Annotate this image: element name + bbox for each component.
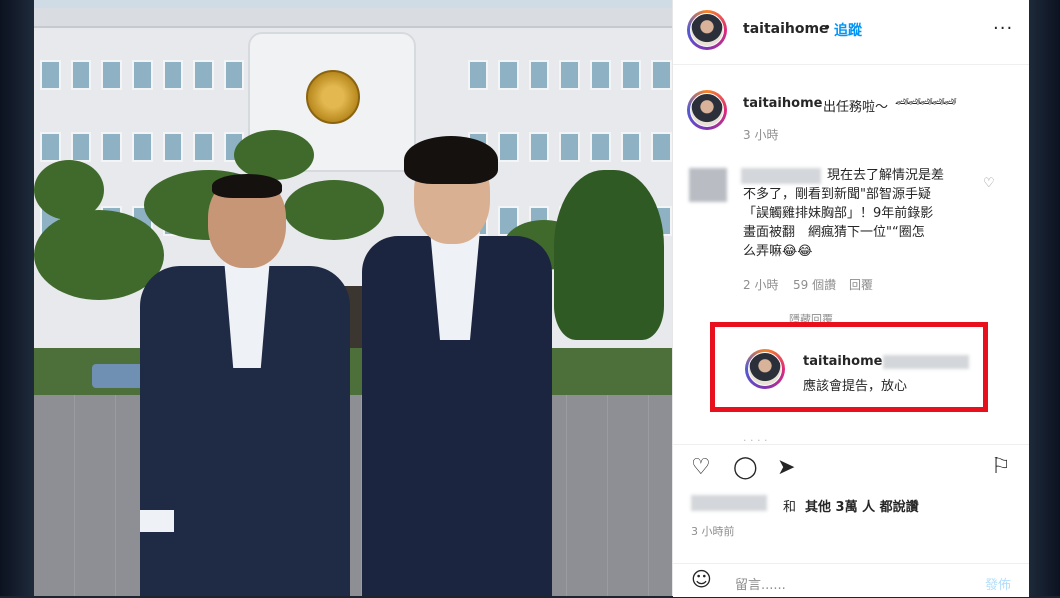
comment-line: 畫面被翻 網瘋猜下一位"“圈怎: [743, 225, 925, 240]
reply-text: 應該會提告，放心: [803, 379, 908, 394]
comment-input[interactable]: 留言......: [735, 574, 786, 593]
commenter-avatar[interactable]: [689, 168, 727, 202]
post-time[interactable]: 3 小時前: [691, 523, 735, 539]
like-icon[interactable]: ♡: [691, 455, 711, 480]
comment-line: 現在去了解情況是差: [827, 168, 945, 183]
comment-line: 「誤觸雞排妹胸部」！9年前錄影: [743, 206, 934, 221]
person-right: [354, 136, 554, 596]
reply-avatar[interactable]: [745, 349, 785, 389]
avatar[interactable]: [687, 10, 727, 50]
person-left: [134, 170, 354, 596]
bookmark-icon[interactable]: ⚐: [991, 454, 1011, 479]
comment-likes[interactable]: 59 個讚: [793, 276, 836, 293]
comment-reply-button[interactable]: 回覆: [849, 276, 873, 293]
post-header: taitaihome • 追蹤 ···: [673, 0, 1029, 65]
post-photo[interactable]: [34, 0, 672, 596]
follow-button[interactable]: 追蹤: [834, 20, 862, 40]
post-comment-button[interactable]: 發佈: [985, 574, 1011, 593]
emoji-icon[interactable]: ☺: [691, 567, 712, 591]
header-username[interactable]: taitaihome: [743, 21, 829, 37]
more-options-icon[interactable]: ···: [993, 18, 1013, 39]
caption-emoji: 🏎🏎🏎🏎🏎: [895, 95, 957, 108]
likes-prefix: 和: [783, 500, 797, 515]
action-bar: ♡ ◯ ➤ ⚐ 和 其他 3萬 人 都說讚 3 小時前 ☺ 留言...... 發…: [673, 444, 1029, 597]
share-icon[interactable]: ➤: [777, 455, 795, 480]
comment-body: 現在去了解情況是差 不多了，剛看到新聞"部智源手疑 「誤觸雞排妹胸部」！9年前錄…: [743, 166, 983, 261]
reply-mention[interactable]: [883, 355, 969, 369]
reply-username[interactable]: taitaihome: [803, 354, 882, 369]
comment-like-icon[interactable]: ♡: [983, 176, 995, 191]
highlighted-reply: taitaihome 應該會提告，放心: [710, 322, 988, 412]
likes-count[interactable]: 其他 3萬 人 都說讚: [805, 496, 919, 515]
post-panel: taitaihome • 追蹤 ··· taitaihome 出任務啦～ 🏎🏎🏎…: [672, 0, 1029, 597]
caption-time[interactable]: 3 小時: [743, 126, 778, 143]
emblem-icon: [306, 70, 360, 124]
liker-names[interactable]: [691, 495, 767, 511]
comment-line: 不多了，剛看到新聞"部智源手疑: [743, 187, 931, 202]
separator-dot: •: [823, 20, 832, 36]
video-frame-left: [0, 0, 34, 596]
caption-text: 出任務啦～: [823, 100, 889, 115]
video-frame-right: [1028, 0, 1060, 596]
add-comment-bar: ☺ 留言...... 發佈: [673, 563, 1029, 598]
caption-avatar[interactable]: [687, 90, 727, 130]
comment-icon[interactable]: ◯: [733, 455, 758, 480]
comment-time[interactable]: 2 小時: [743, 276, 778, 293]
caption-username[interactable]: taitaihome: [743, 96, 822, 111]
comment-line: 么弄嘛😂😂: [743, 244, 813, 259]
